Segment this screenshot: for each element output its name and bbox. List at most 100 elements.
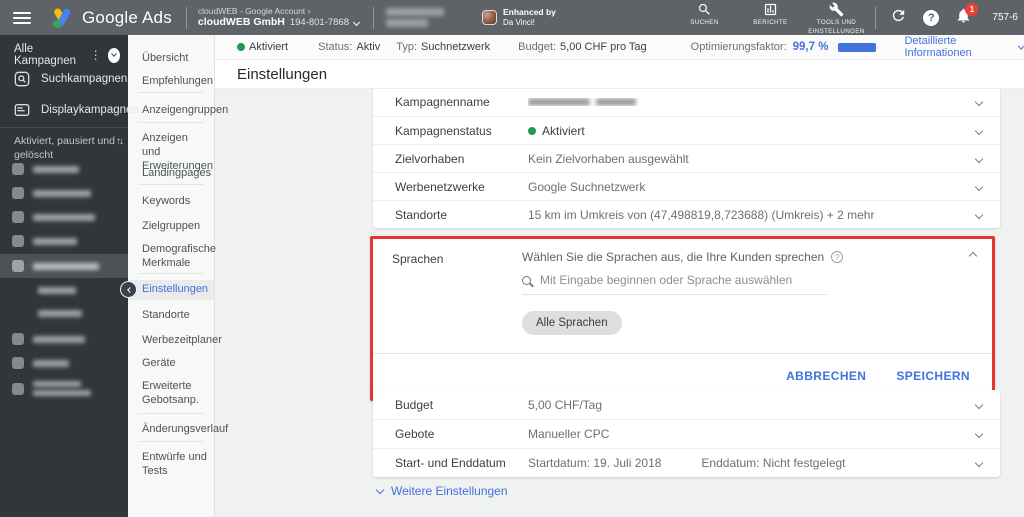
menu-item-entwuerfe-tests[interactable]: Entwürfe und Tests: [128, 448, 214, 482]
detailed-info-link[interactable]: Detaillierte Informationen: [904, 35, 1024, 59]
status-label: Status:: [318, 41, 353, 53]
settings-row-kampagnenname[interactable]: Kampagnenname: [373, 88, 1000, 116]
reports-button[interactable]: BERICHTE: [741, 0, 799, 28]
all-languages-chip[interactable]: Alle Sprachen: [522, 311, 622, 335]
optscore-label: Optimierungsfaktor:: [690, 41, 787, 53]
setting-value-redacted: [528, 98, 966, 106]
campaign-status-bar: Aktiviert Status: Aktiv Typ: Suchnetzwer…: [215, 35, 1024, 60]
more-settings-link[interactable]: Weitere Einstellungen: [375, 484, 508, 498]
chevron-down-icon[interactable]: [974, 97, 984, 107]
campaign-list-item[interactable]: [12, 235, 77, 247]
chevron-down-icon[interactable]: [974, 458, 984, 468]
language-search-input[interactable]: [540, 273, 827, 287]
setting-label: Standorte: [395, 207, 448, 222]
notifications-button[interactable]: 1: [955, 2, 979, 29]
account-switcher[interactable]: cloudWEB - Google Account › cloudWEB Gmb…: [197, 6, 361, 30]
chevron-down-icon[interactable]: [974, 429, 984, 439]
search-icon: [698, 4, 710, 15]
optscore-value: 99,7 %: [792, 41, 829, 53]
divider: [138, 441, 204, 442]
settings-row-zielvorhaben[interactable]: Zielvorhaben Kein Zielvorhaben ausgewähl…: [373, 144, 1000, 172]
more-settings-label: Weitere Einstellungen: [391, 484, 508, 498]
top-app-bar: Google Ads cloudWEB - Google Account › c…: [0, 0, 1024, 35]
sidebar-item-label: Suchkampagnen: [41, 73, 128, 85]
account-name: cloudWEB GmbH: [197, 16, 285, 29]
campaign-state: Aktiviert: [249, 41, 289, 53]
campaign-list-item[interactable]: [12, 381, 91, 396]
sprachen-section-highlighted: Sprachen Wählen Sie die Sprachen aus, di…: [370, 236, 995, 401]
save-button[interactable]: SPEICHERN: [896, 369, 970, 383]
status-dot-icon: [528, 126, 536, 135]
campaign-sidebar: Alle Kampagnen ⋮ Suchkampagnen Displayka…: [0, 35, 139, 517]
chevron-down-icon[interactable]: [974, 400, 984, 409]
wrench-icon: [829, 2, 844, 17]
menu-item-demografische-merkmale[interactable]: Demografische Merkmale: [128, 240, 216, 274]
menu-item-werbezeitplaner[interactable]: Werbezeitplaner: [128, 331, 222, 351]
settings-row-gebote[interactable]: Gebote Manueller CPC: [373, 419, 1000, 448]
da-vinci-icon: [482, 10, 497, 25]
settings-row-werbenetzwerke[interactable]: Werbenetzwerke Google Suchnetzwerk: [373, 172, 1000, 200]
setting-label: Kampagnenstatus: [395, 123, 492, 138]
chevron-down-icon[interactable]: [974, 210, 984, 219]
setting-label: Sprachen: [392, 252, 444, 266]
kebab-menu-icon[interactable]: ⋮: [84, 48, 108, 62]
tools-settings-button[interactable]: TOOLS UND EINSTELLUNGEN: [807, 0, 865, 37]
divider: [875, 6, 877, 29]
search-button[interactable]: SUCHEN: [675, 0, 733, 28]
language-search-field[interactable]: [522, 273, 827, 295]
campaign-list-item[interactable]: [12, 163, 79, 175]
menu-item-empfehlungen[interactable]: Empfehlungen: [128, 72, 214, 92]
campaign-subitem[interactable]: [38, 310, 82, 317]
campaign-subitem[interactable]: [38, 287, 76, 294]
collapse-all-button[interactable]: [107, 47, 120, 63]
settings-row-budget[interactable]: Budget 5,00 CHF/Tag: [373, 390, 1000, 419]
menu-item-keywords[interactable]: Keywords: [128, 192, 214, 212]
settings-row-standorte[interactable]: Standorte 15 km im Umkreis von (47,49881…: [373, 200, 1000, 228]
bar-chart-icon: [764, 4, 777, 16]
setting-label: Start- und Enddatum: [395, 456, 506, 470]
setting-label: Zielvorhaben: [395, 151, 465, 166]
campaign-filter-label: Aktiviert, pausiert und gelöscht: [14, 135, 115, 161]
help-button[interactable]: ?: [923, 9, 940, 26]
campaign-list-item[interactable]: [12, 333, 85, 345]
enhanced-by-line1: Enhanced by: [503, 6, 556, 17]
menu-item-uebersicht[interactable]: Übersicht: [128, 49, 214, 69]
settings-content: Kampagnenname Kampagnenstatus Aktiviert …: [215, 88, 1024, 517]
settings-row-start-enddatum[interactable]: Start- und Enddatum Startdatum: 19. Juli…: [373, 448, 1000, 477]
cancel-button[interactable]: ABBRECHEN: [786, 369, 866, 383]
panel-collapse-button[interactable]: [120, 281, 137, 298]
menu-item-landingpages[interactable]: Landingpages: [128, 164, 214, 184]
sort-icon[interactable]: ↑↓: [116, 135, 124, 162]
sprachen-heading: Wählen Sie die Sprachen aus, die Ihre Ku…: [522, 250, 825, 264]
divider: [138, 273, 204, 274]
menu-item-anzeigengruppen[interactable]: Anzeigengruppen: [128, 101, 228, 121]
menu-item-erweiterte-gebotsanp[interactable]: Erweiterte Gebotsanp.: [128, 377, 214, 411]
chevron-down-icon[interactable]: [974, 126, 984, 135]
menu-item-aenderungsverlauf[interactable]: Änderungsverlauf: [128, 420, 228, 440]
settings-row-kampagnenstatus[interactable]: Kampagnenstatus Aktiviert: [373, 116, 1000, 144]
divider: [0, 127, 128, 128]
menu-hamburger-icon[interactable]: [13, 9, 31, 27]
campaign-menu-panel: Übersicht Empfehlungen Anzeigengruppen A…: [128, 35, 228, 517]
menu-item-zielgruppen[interactable]: Zielgruppen: [128, 217, 214, 237]
chevron-down-icon[interactable]: [974, 154, 984, 163]
setting-label: Kampagnenname: [395, 95, 490, 109]
setting-value: Aktiviert: [542, 123, 585, 138]
detailed-info-label: Detaillierte Informationen: [904, 35, 972, 59]
campaign-list-item[interactable]: [12, 357, 69, 369]
campaign-list-item-selected[interactable]: [0, 254, 128, 278]
refresh-button[interactable]: [890, 7, 907, 29]
menu-item-geraete[interactable]: Geräte: [128, 354, 214, 374]
sidebar-item-suchkampagnen[interactable]: Suchkampagnen: [14, 71, 127, 87]
reports-label: BERICHTE: [753, 19, 788, 27]
campaign-list-item[interactable]: [12, 187, 91, 199]
campaign-list-item[interactable]: [12, 211, 95, 223]
tools-settings-label: TOOLS UND EINSTELLUNGEN: [808, 19, 865, 35]
display-campaign-icon: [14, 104, 30, 116]
chevron-down-icon: [352, 19, 361, 27]
help-icon[interactable]: ?: [831, 251, 844, 263]
sidebar-item-displaykampagnen[interactable]: Displaykampagnen: [14, 102, 139, 118]
menu-item-einstellungen[interactable]: Einstellungen: [128, 280, 214, 300]
chevron-down-icon[interactable]: [974, 182, 984, 191]
menu-item-standorte[interactable]: Standorte: [128, 306, 214, 326]
